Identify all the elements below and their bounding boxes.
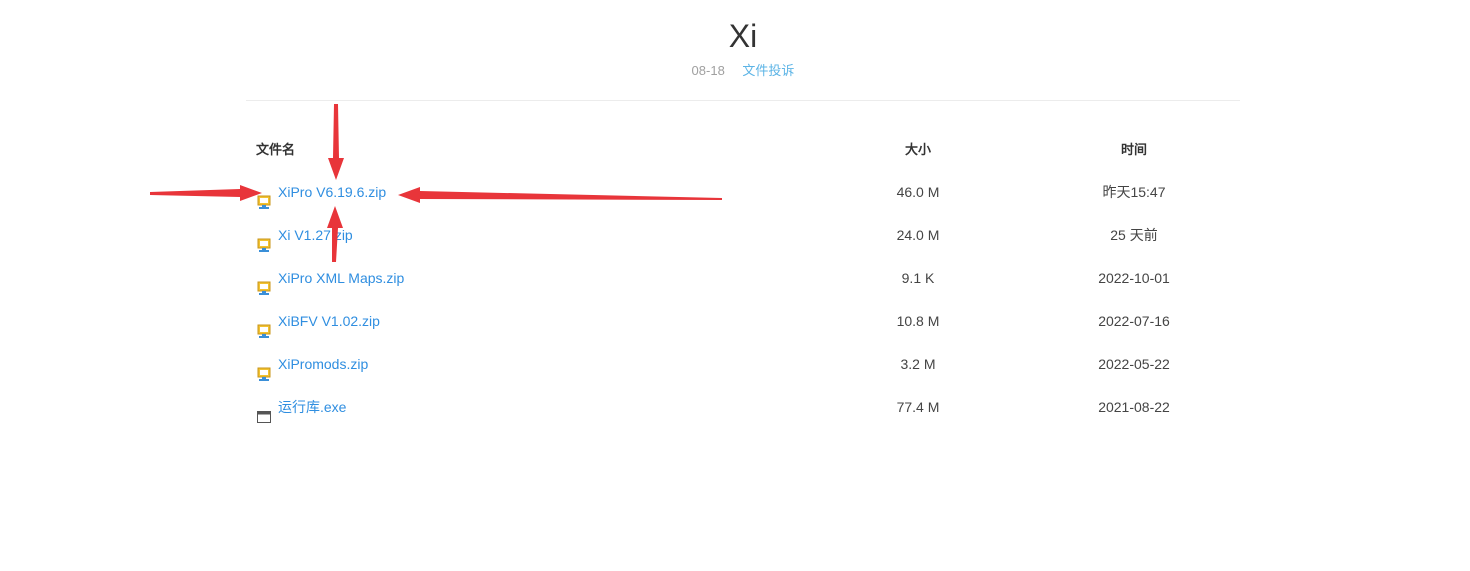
zip-icon (256, 356, 272, 382)
upload-date: 08-18 (691, 63, 725, 78)
file-size: 77.4 M (896, 399, 940, 415)
file-link[interactable]: XiPro XML Maps.zip (278, 270, 404, 286)
file-size: 9.1 K (901, 270, 935, 286)
file-time: 2021-08-22 (1098, 399, 1170, 415)
table-row[interactable]: XiPro V6.19.6.zip 46.0 M 昨天15:47 (246, 171, 1240, 214)
zip-icon (256, 184, 272, 210)
zip-icon (256, 313, 272, 339)
file-size: 10.8 M (896, 313, 940, 329)
file-link[interactable]: XiPro V6.19.6.zip (278, 184, 386, 200)
file-link[interactable]: XiBFV V1.02.zip (278, 313, 380, 329)
header-divider (246, 100, 1240, 101)
page-title: Xi (728, 18, 758, 54)
file-link[interactable]: Xi V1.27.zip (278, 227, 353, 243)
file-time: 25 天前 (1110, 227, 1158, 243)
column-header-time: 时间 (1120, 142, 1147, 157)
column-header-size: 大小 (904, 142, 931, 157)
table-row[interactable]: Xi V1.27.zip 24.0 M 25 天前 (246, 214, 1240, 257)
file-size: 24.0 M (896, 227, 940, 243)
table-row[interactable]: XiBFV V1.02.zip 10.8 M 2022-07-16 (246, 300, 1240, 343)
zip-icon (256, 270, 272, 296)
column-header-name: 文件名 (256, 142, 296, 157)
table-row[interactable]: 运行库.exe 77.4 M 2021-08-22 (246, 386, 1240, 429)
file-time: 2022-10-01 (1098, 270, 1170, 286)
file-link[interactable]: XiPromods.zip (278, 356, 368, 372)
table-header: 文件名 大小 时间 (246, 128, 1240, 171)
zip-icon (256, 227, 272, 253)
report-file-link[interactable]: 文件投诉 (742, 63, 794, 78)
table-row[interactable]: XiPromods.zip 3.2 M 2022-05-22 (246, 343, 1240, 386)
file-link[interactable]: 运行库.exe (278, 399, 346, 415)
exe-window-icon (256, 399, 272, 424)
file-time: 昨天15:47 (1102, 184, 1166, 200)
file-table: 文件名 大小 时间 XiPro V6.19.6.zip 46.0 M 昨天15:… (246, 128, 1240, 429)
file-time: 2022-05-22 (1098, 356, 1170, 372)
file-time: 2022-07-16 (1098, 313, 1170, 329)
file-size: 46.0 M (896, 184, 940, 200)
file-meta: 08-18 文件投诉 (0, 62, 1470, 80)
table-row[interactable]: XiPro XML Maps.zip 9.1 K 2022-10-01 (246, 257, 1240, 300)
file-size: 3.2 M (900, 356, 936, 372)
